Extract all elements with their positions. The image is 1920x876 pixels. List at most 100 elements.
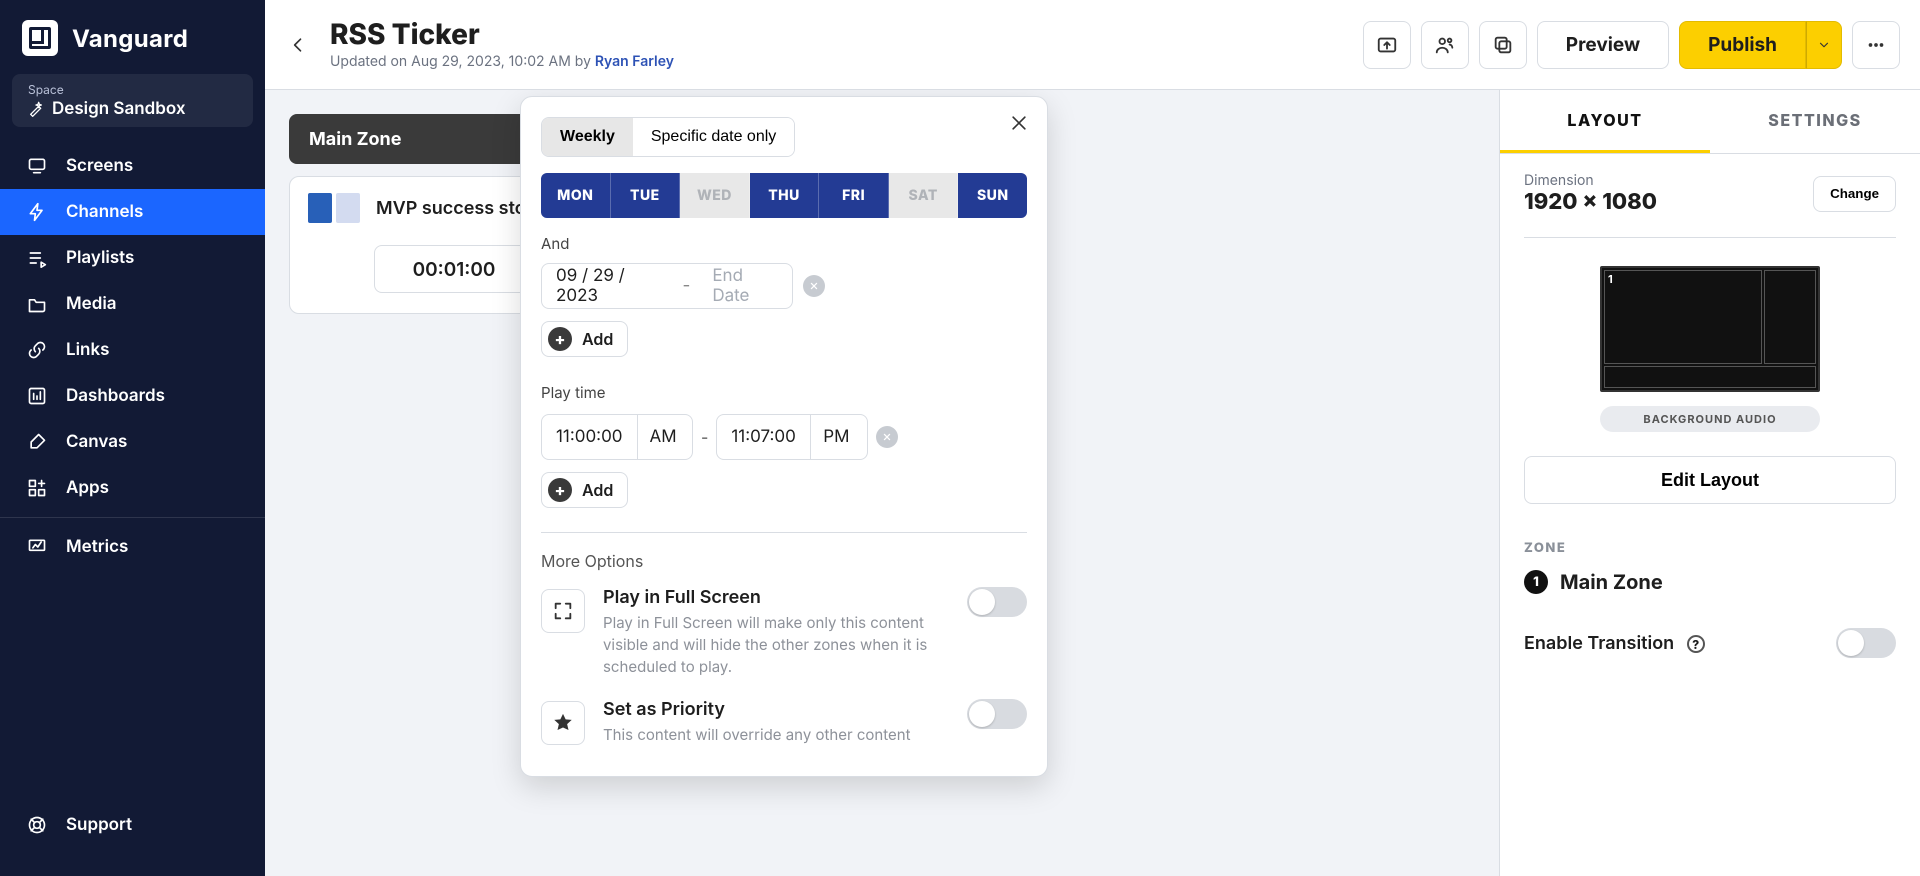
nav-media[interactable]: Media	[0, 281, 265, 327]
dimension-value: 1920 × 1080	[1524, 189, 1657, 215]
folder-icon	[26, 293, 48, 315]
bolt-icon	[26, 201, 48, 223]
nav-links[interactable]: Links	[0, 327, 265, 373]
day-wed[interactable]: WED	[680, 173, 750, 218]
option-priority-toggle[interactable]	[967, 699, 1027, 729]
sidebar: Vanguard Space Design Sandbox Screens Ch…	[0, 0, 265, 876]
nav-screens[interactable]: Screens	[0, 143, 265, 189]
zone-badge: 1	[1524, 570, 1548, 594]
brand-block: Vanguard	[0, 14, 265, 74]
by-label: by	[571, 53, 595, 70]
weekday-selector: MON TUE WED THU FRI SAT SUN	[541, 173, 1027, 218]
publish-split-button: Publish	[1679, 21, 1842, 69]
space-label: Space	[28, 82, 237, 97]
updated-prefix: Updated on	[330, 53, 411, 70]
enable-transition-toggle[interactable]	[1836, 628, 1896, 658]
topbar: RSS Ticker Updated on Aug 29, 2023, 10:0…	[265, 0, 1920, 90]
cast-button[interactable]	[1363, 21, 1411, 69]
nav-label: Dashboards	[66, 386, 165, 406]
canvas-column: Main Zone MVP success story 00:01:00	[265, 90, 1500, 876]
nav-channels[interactable]: Channels	[0, 189, 265, 235]
duplicate-button[interactable]	[1479, 21, 1527, 69]
content-thumb-icon	[308, 193, 360, 223]
panel-tabs: LAYOUT SETTINGS	[1500, 90, 1920, 154]
option-fullscreen-title: Play in Full Screen	[603, 587, 949, 608]
change-dimension-button[interactable]: Change	[1813, 176, 1896, 212]
content-duration[interactable]: 00:01:00	[374, 245, 534, 293]
add-time-range-button[interactable]: + Add	[541, 472, 628, 508]
date-range-input[interactable]: 09 / 29 / 2023 - End Date	[541, 263, 793, 309]
share-people-button[interactable]	[1421, 21, 1469, 69]
updated-user[interactable]: Ryan Farley	[595, 53, 674, 70]
background-audio-chip[interactable]: BACKGROUND AUDIO	[1600, 406, 1820, 432]
nav-apps[interactable]: Apps	[0, 465, 265, 511]
title-block: RSS Ticker Updated on Aug 29, 2023, 10:0…	[330, 19, 1363, 71]
zone-row[interactable]: 1 Main Zone	[1524, 570, 1896, 594]
dimension-label: Dimension	[1524, 172, 1657, 189]
nav-label: Channels	[66, 202, 143, 222]
time-end-meridiem[interactable]: PM	[810, 415, 862, 459]
time-start-value[interactable]: 11:00:00	[542, 415, 637, 459]
option-fullscreen: Play in Full Screen Play in Full Screen …	[541, 587, 1027, 677]
nav-playlists[interactable]: Playlists	[0, 235, 265, 281]
option-fullscreen-toggle[interactable]	[967, 587, 1027, 617]
link-icon	[26, 339, 48, 361]
day-tue[interactable]: TUE	[611, 173, 681, 218]
add-date-range-button[interactable]: + Add	[541, 321, 628, 357]
day-fri[interactable]: FRI	[819, 173, 889, 218]
nav-label: Apps	[66, 478, 109, 498]
enable-transition-label: Enable Transition	[1524, 633, 1674, 654]
plus-icon: +	[548, 478, 572, 502]
mode-weekly[interactable]: Weekly	[542, 118, 633, 156]
panel-body: Dimension 1920 × 1080 Change 1 BACKGROUN…	[1500, 154, 1920, 698]
brush-icon	[26, 431, 48, 453]
date-start[interactable]: 09 / 29 / 2023	[542, 264, 675, 308]
grid-plus-icon	[26, 477, 48, 499]
day-thu[interactable]: THU	[750, 173, 820, 218]
day-mon[interactable]: MON	[541, 173, 611, 218]
day-sat[interactable]: SAT	[889, 173, 959, 218]
date-range-row: 09 / 29 / 2023 - End Date	[541, 263, 1027, 309]
space-selector[interactable]: Space Design Sandbox	[12, 74, 253, 127]
page-title: RSS Ticker	[330, 19, 1363, 50]
nav-support[interactable]: Support	[0, 802, 265, 848]
preview-button[interactable]: Preview	[1537, 21, 1669, 69]
space-name: Design Sandbox	[52, 99, 186, 119]
time-start-input[interactable]: 11:00:00 AM	[541, 414, 693, 460]
time-end-input[interactable]: 11:07:00 PM	[716, 414, 868, 460]
support-section: Support	[0, 802, 265, 876]
mode-specific[interactable]: Specific date only	[633, 118, 794, 156]
updated-date: Aug 29, 2023, 10:02 AM	[411, 53, 571, 70]
nav-dashboards[interactable]: Dashboards	[0, 373, 265, 419]
zone-name: Main Zone	[1560, 570, 1663, 594]
nav-canvas[interactable]: Canvas	[0, 419, 265, 465]
back-button[interactable]	[265, 0, 330, 89]
clear-date-button[interactable]	[803, 275, 825, 297]
date-end[interactable]: End Date	[698, 264, 792, 308]
primary-nav: Screens Channels Playlists Media Links D…	[0, 143, 265, 570]
time-start-meridiem[interactable]: AM	[637, 415, 689, 459]
dimension-row: Dimension 1920 × 1080 Change	[1524, 172, 1896, 215]
time-end-value[interactable]: 11:07:00	[717, 415, 810, 459]
tab-settings[interactable]: SETTINGS	[1710, 90, 1920, 153]
nav-metrics[interactable]: Metrics	[0, 524, 265, 570]
tab-layout[interactable]: LAYOUT	[1500, 90, 1710, 153]
monitor-icon	[26, 155, 48, 177]
popover-close-button[interactable]	[1003, 107, 1035, 139]
schedule-popover: Weekly Specific date only MON TUE WED TH…	[520, 96, 1048, 777]
brand-name: Vanguard	[72, 24, 188, 53]
app-frame: RSS Ticker Updated on Aug 29, 2023, 10:0…	[265, 0, 1920, 876]
clear-time-button[interactable]	[876, 426, 898, 448]
space-value: Design Sandbox	[28, 99, 237, 119]
more-menu-button[interactable]	[1852, 21, 1900, 69]
day-sun[interactable]: SUN	[958, 173, 1027, 218]
nav-label: Canvas	[66, 432, 127, 452]
nav-label: Screens	[66, 156, 133, 176]
help-icon[interactable]: ?	[1687, 635, 1705, 653]
plus-icon: +	[548, 327, 572, 351]
publish-dropdown[interactable]	[1806, 21, 1842, 69]
nav-label: Playlists	[66, 248, 134, 268]
publish-button[interactable]: Publish	[1679, 21, 1806, 69]
layout-preview[interactable]: 1	[1600, 266, 1820, 392]
edit-layout-button[interactable]: Edit Layout	[1524, 456, 1896, 504]
